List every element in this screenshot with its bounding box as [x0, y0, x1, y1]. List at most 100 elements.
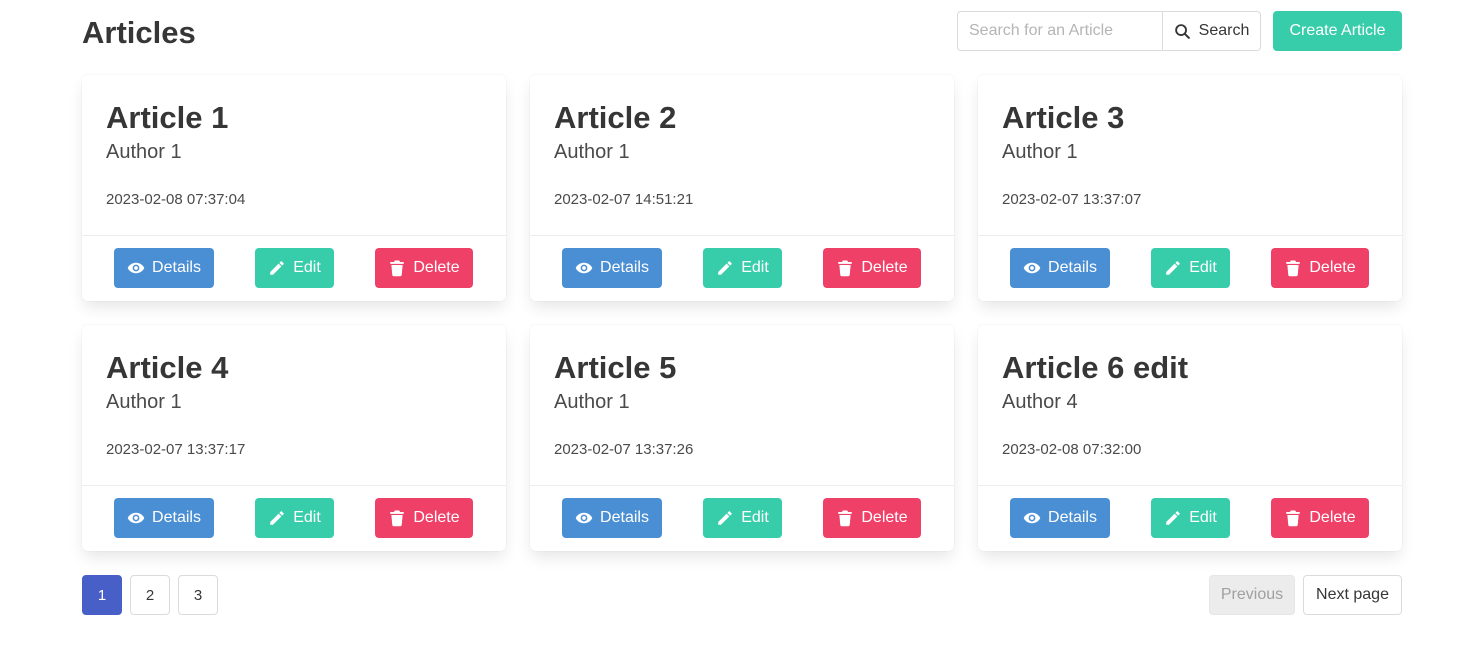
- edit-button-label: Edit: [1189, 509, 1217, 526]
- edit-button[interactable]: Edit: [703, 498, 782, 538]
- edit-button-label: Edit: [1189, 259, 1217, 276]
- edit-button-label: Edit: [741, 259, 769, 276]
- card-footer: Details Edit Delete: [82, 236, 506, 300]
- search-icon: [1174, 23, 1190, 39]
- edit-button[interactable]: Edit: [1151, 498, 1230, 538]
- card-content: Article 6 edit Author 4 2023-02-08 07:32:0…: [978, 325, 1402, 486]
- card-content: Article 4 Author 1 2023-02-07 13:37:17: [82, 325, 506, 486]
- trash-icon: [1286, 510, 1301, 527]
- article-card: Article 5 Author 1 2023-02-07 13:37:26 Deta…: [530, 325, 954, 551]
- details-button[interactable]: Details: [114, 248, 214, 288]
- article-date: 2023-02-07 14:51:21: [554, 191, 694, 208]
- article-author: Author 1: [106, 141, 182, 163]
- delete-button[interactable]: Delete: [375, 248, 473, 288]
- details-button-label: Details: [600, 509, 649, 526]
- delete-button-label: Delete: [1309, 259, 1356, 276]
- article-title: Article 6 edit: [1002, 350, 1189, 385]
- article-date: 2023-02-07 13:37:17: [106, 441, 246, 458]
- pencil-icon: [270, 511, 284, 525]
- details-button[interactable]: Details: [562, 498, 662, 538]
- article-date: 2023-02-08 07:37:04: [106, 191, 246, 208]
- trash-icon: [838, 260, 853, 277]
- pencil-icon: [1166, 261, 1180, 275]
- article-author: Author 1: [554, 391, 630, 413]
- page-title: Articles: [82, 15, 196, 50]
- delete-button[interactable]: Delete: [823, 248, 921, 288]
- edit-button[interactable]: Edit: [1151, 248, 1230, 288]
- eye-icon: [1023, 512, 1041, 524]
- article-author: Author 1: [106, 391, 182, 413]
- article-author: Author 1: [554, 141, 630, 163]
- article-date: 2023-02-08 07:32:00: [1002, 441, 1142, 458]
- eye-icon: [575, 512, 593, 524]
- delete-button[interactable]: Delete: [1271, 248, 1369, 288]
- card-footer: Details Edit Delete: [82, 486, 506, 550]
- card-content: Article 3 Author 1 2023-02-07 13:37:07: [978, 75, 1402, 236]
- details-button[interactable]: Details: [562, 248, 662, 288]
- edit-button[interactable]: Edit: [255, 498, 334, 538]
- delete-button-label: Delete: [861, 259, 908, 276]
- article-date: 2023-02-07 13:37:07: [1002, 191, 1142, 208]
- search-button[interactable]: Search: [1162, 11, 1261, 51]
- article-card: Article 6 edit Author 4 2023-02-08 07:32:0…: [978, 325, 1402, 551]
- create-article-button[interactable]: Create Article: [1273, 11, 1402, 51]
- page-2-button[interactable]: 2: [130, 575, 170, 615]
- details-button-label: Details: [152, 509, 201, 526]
- delete-button[interactable]: Delete: [375, 498, 473, 538]
- article-title: Article 2: [554, 100, 677, 135]
- article-title: Article 5: [554, 350, 677, 385]
- trash-icon: [1286, 260, 1301, 277]
- delete-button[interactable]: Delete: [1271, 498, 1369, 538]
- pencil-icon: [718, 261, 732, 275]
- article-author: Author 4: [1002, 391, 1078, 413]
- articles-page: Articles Search Create Article Article 1…: [0, 0, 1484, 655]
- card-content: Article 5 Author 1 2023-02-07 13:37:26: [530, 325, 954, 486]
- details-button-label: Details: [1048, 259, 1097, 276]
- eye-icon: [127, 262, 145, 274]
- search-bar: Search: [957, 11, 1261, 51]
- edit-button-label: Edit: [293, 259, 321, 276]
- page-3-button[interactable]: 3: [178, 575, 218, 615]
- card-content: Article 2 Author 1 2023-02-07 14:51:21: [530, 75, 954, 236]
- edit-button[interactable]: Edit: [703, 248, 782, 288]
- page-1-button[interactable]: 1: [82, 575, 122, 615]
- edit-button-label: Edit: [741, 509, 769, 526]
- card-footer: Details Edit Delete: [530, 486, 954, 550]
- article-date: 2023-02-07 13:37:26: [554, 441, 694, 458]
- article-card: Article 2 Author 1 2023-02-07 14:51:21 Deta…: [530, 75, 954, 301]
- details-button[interactable]: Details: [1010, 498, 1110, 538]
- pencil-icon: [718, 511, 732, 525]
- search-button-label: Search: [1198, 22, 1250, 39]
- edit-button-label: Edit: [293, 509, 321, 526]
- details-button-label: Details: [1048, 509, 1097, 526]
- search-input[interactable]: [957, 11, 1162, 51]
- previous-page-button[interactable]: Previous: [1209, 575, 1295, 615]
- trash-icon: [838, 510, 853, 527]
- next-page-button[interactable]: Next page: [1303, 575, 1402, 615]
- article-title: Article 4: [106, 350, 229, 385]
- article-card: Article 1 Author 1 2023-02-08 07:37:04 Deta…: [82, 75, 506, 301]
- pencil-icon: [1166, 511, 1180, 525]
- delete-button-label: Delete: [413, 509, 460, 526]
- article-card: Article 4 Author 1 2023-02-07 13:37:17 Deta…: [82, 325, 506, 551]
- article-author: Author 1: [1002, 141, 1078, 163]
- details-button-label: Details: [600, 259, 649, 276]
- trash-icon: [390, 510, 405, 527]
- article-card: Article 3 Author 1 2023-02-07 13:37:07 Deta…: [978, 75, 1402, 301]
- card-footer: Details Edit Delete: [978, 486, 1402, 550]
- details-button[interactable]: Details: [114, 498, 214, 538]
- details-button[interactable]: Details: [1010, 248, 1110, 288]
- delete-button-label: Delete: [1309, 509, 1356, 526]
- delete-button-label: Delete: [861, 509, 908, 526]
- eye-icon: [127, 512, 145, 524]
- trash-icon: [390, 260, 405, 277]
- edit-button[interactable]: Edit: [255, 248, 334, 288]
- article-title: Article 3: [1002, 100, 1125, 135]
- card-footer: Details Edit Delete: [530, 236, 954, 300]
- card-content: Article 1 Author 1 2023-02-08 07:37:04: [82, 75, 506, 236]
- pencil-icon: [270, 261, 284, 275]
- details-button-label: Details: [152, 259, 201, 276]
- delete-button-label: Delete: [413, 259, 460, 276]
- article-title: Article 1: [106, 100, 229, 135]
- delete-button[interactable]: Delete: [823, 498, 921, 538]
